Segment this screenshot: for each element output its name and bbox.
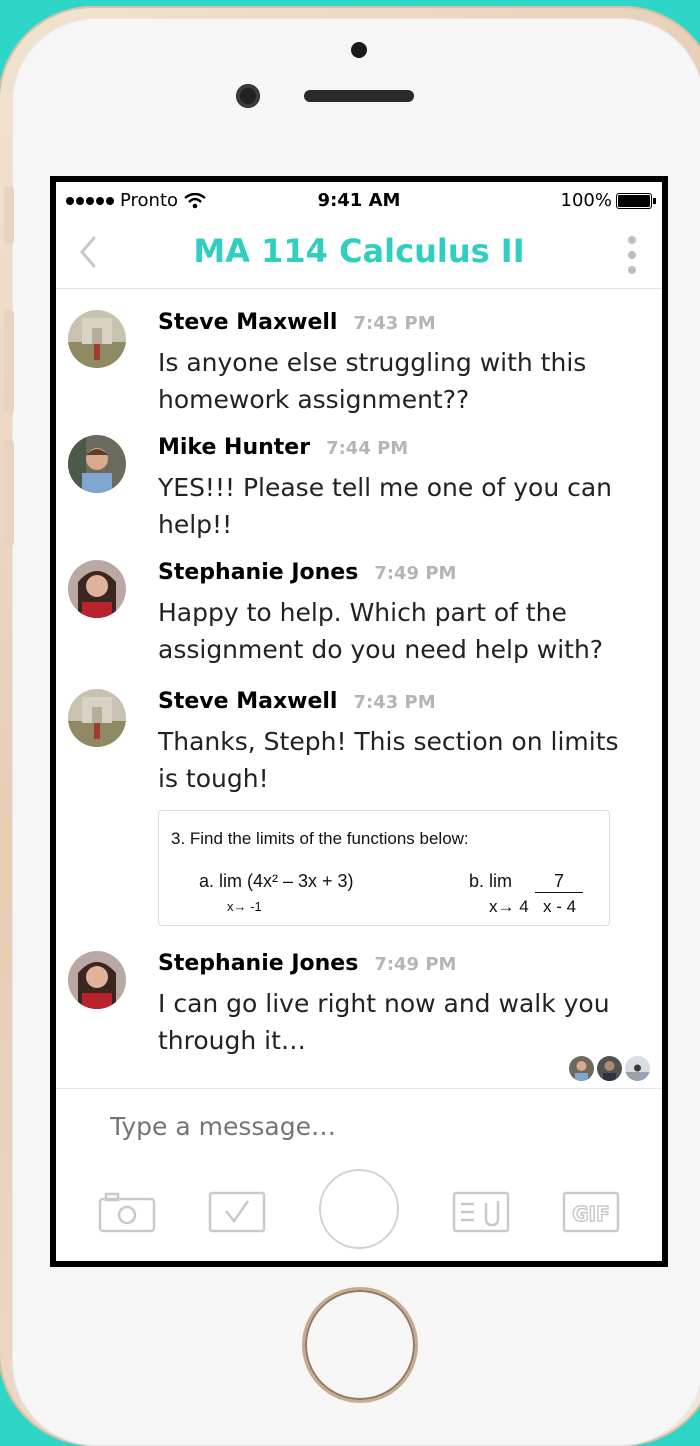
message-time: 7:49 PM (374, 954, 457, 975)
read-receipts[interactable] (569, 1056, 650, 1081)
sender-name[interactable]: Stephanie Jones (158, 951, 358, 976)
attach-button[interactable] (452, 1191, 510, 1237)
screen: Pronto 9:41 AM 100% MA 114 Calculus II S… (50, 176, 668, 1267)
battery-percentage: 100% (560, 190, 612, 211)
home-button[interactable] (302, 1287, 418, 1403)
problem-statement: 3. Find the limits of the functions belo… (171, 829, 469, 848)
message-time: 7:44 PM (326, 438, 409, 459)
volume-up-button (4, 310, 14, 414)
task-button[interactable] (208, 1191, 266, 1237)
message-header: Stephanie Jones 7:49 PM (158, 560, 456, 585)
homework-image-attachment[interactable]: 3. Find the limits of the functions belo… (158, 810, 610, 926)
read-receipt-avatar (625, 1056, 650, 1081)
problem-part-b-limit: x→ 4 (489, 897, 529, 916)
read-receipt-avatar (569, 1056, 594, 1081)
status-bar: Pronto 9:41 AM 100% (56, 182, 662, 218)
message-input[interactable] (108, 1111, 572, 1142)
problem-part-a: a. lim (4x² – 3x + 3) (199, 871, 354, 891)
message-time: 7:43 PM (353, 313, 436, 334)
read-receipt-avatar (597, 1056, 622, 1081)
message-header: Mike Hunter 7:44 PM (158, 435, 408, 460)
problem-part-b-numerator: 7 (535, 871, 583, 893)
battery-icon (616, 192, 656, 209)
sender-name[interactable]: Steve Maxwell (158, 689, 337, 714)
message-header: Stephanie Jones 7:49 PM (158, 951, 456, 976)
message-time: 7:49 PM (374, 563, 457, 584)
attach-document-icon (452, 1191, 510, 1233)
message-header: Steve Maxwell 7:43 PM (158, 689, 436, 714)
front-camera (236, 84, 260, 108)
message-text: Is anyone else struggling with this home… (158, 348, 587, 414)
mute-switch (4, 186, 14, 244)
problem-part-b-denominator: x - 4 (543, 897, 577, 916)
avatar[interactable] (68, 689, 126, 747)
message-time: 7:43 PM (353, 692, 436, 713)
avatar[interactable] (68, 435, 126, 493)
message-text: I can go live right now and walk you thr… (158, 989, 610, 1055)
message-text: Thanks, Steph! This section on limits is… (158, 727, 619, 793)
more-vertical-icon[interactable] (628, 236, 636, 274)
sender-name[interactable]: Stephanie Jones (158, 560, 358, 585)
avatar[interactable] (68, 310, 126, 368)
proximity-sensor (351, 42, 367, 58)
sender-name[interactable]: Mike Hunter (158, 435, 310, 460)
problem-part-a-limit: x→ -1 (227, 899, 262, 914)
avatar[interactable] (68, 951, 126, 1009)
camera-icon (98, 1192, 156, 1233)
volume-down-button (4, 440, 14, 546)
message-header: Steve Maxwell 7:43 PM (158, 310, 436, 335)
page-title: MA 114 Calculus II (193, 232, 525, 270)
gif-label: GIF (572, 1202, 610, 1226)
battery-status: 100% (560, 190, 656, 211)
record-button[interactable] (319, 1169, 399, 1249)
message-text: YES!!! Please tell me one of you can hel… (158, 473, 613, 539)
avatar[interactable] (68, 560, 126, 618)
earpiece-speaker (304, 90, 414, 102)
camera-button[interactable] (98, 1191, 156, 1237)
nav-bar: MA 114 Calculus II (56, 218, 662, 289)
message-text: Happy to help. Which part of the assignm… (158, 598, 604, 664)
gif-icon: GIF (562, 1191, 620, 1233)
app-screen: Pronto 9:41 AM 100% MA 114 Calculus II S… (56, 182, 662, 1261)
gif-button[interactable]: GIF (562, 1191, 620, 1237)
message-composer: GIF (56, 1088, 662, 1261)
sender-name[interactable]: Steve Maxwell (158, 310, 337, 335)
problem-part-b: b. lim (469, 871, 513, 891)
checkbox-icon (208, 1191, 266, 1233)
